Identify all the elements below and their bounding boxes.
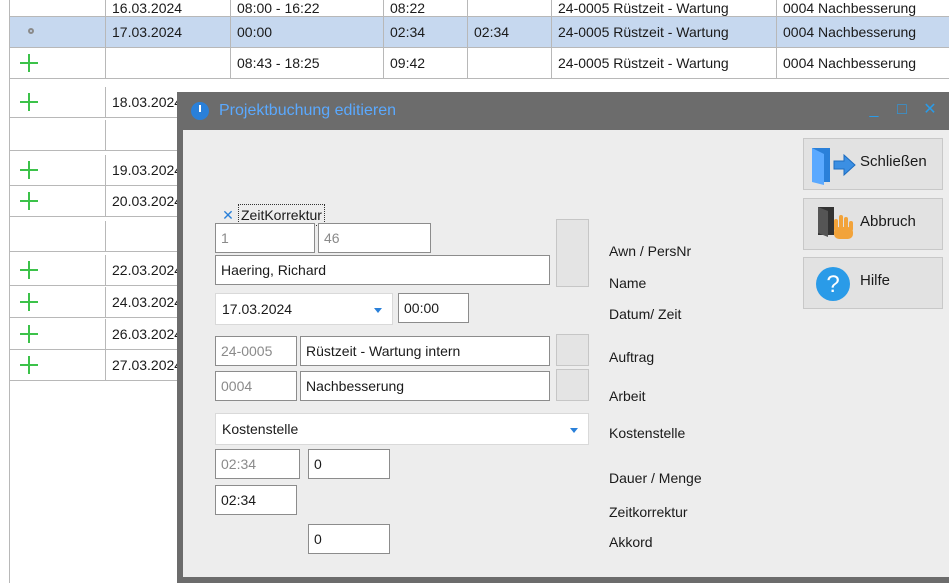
row-icon-cell	[10, 319, 105, 349]
auftrag-number-field[interactable]: 24-0005	[215, 336, 297, 366]
date-value: 17.03.2024	[222, 301, 293, 317]
date-cell: 16.03.2024	[105, 0, 230, 16]
row-icon-cell	[10, 87, 105, 117]
work-cell: 0004 Nachbesserung	[776, 17, 949, 47]
maximize-button[interactable]: □	[891, 99, 913, 121]
add-plus-icon[interactable]	[20, 93, 38, 111]
arbeit-lookup-button[interactable]	[556, 369, 589, 401]
row-icon-cell	[10, 287, 105, 317]
akkord-label: Akkord	[609, 534, 653, 550]
booking-cell: 24-0005 Rüstzeit - Wartung	[551, 48, 776, 78]
time-field[interactable]: 00:00	[398, 293, 469, 323]
auftrag-label: Auftrag	[609, 349, 655, 365]
correction-cell: 02:34	[467, 17, 551, 47]
edit-booking-dialog: Projektbuchung editieren _ □ ✕ ✕ ZeitKor…	[177, 92, 949, 583]
add-plus-icon[interactable]	[20, 325, 38, 343]
work-cell: 0004 Nachbesserung	[776, 48, 949, 78]
zeitkorrektur-checkbox[interactable]: ✕	[220, 207, 236, 223]
kostenstelle-label: Kostenstelle	[609, 425, 686, 441]
help-icon: ?	[816, 267, 850, 301]
persnr-field[interactable]: 46	[318, 223, 431, 253]
current-row-icon	[28, 28, 34, 34]
awn-persnr-label: Awn / PersNr	[609, 243, 692, 259]
zeitkorrektur-field[interactable]: 02:34	[215, 485, 297, 515]
date-cell: 17.03.2024	[105, 17, 230, 47]
time-cell: 08:00 - 16:22	[230, 0, 383, 16]
row-icon-cell	[10, 48, 105, 78]
cancel-button-label: Abbruch	[860, 213, 916, 230]
kostenstelle-dropdown[interactable]: Kostenstelle	[215, 413, 589, 445]
svg-text:?: ?	[826, 271, 839, 298]
duration-cell: 02:34	[383, 17, 467, 47]
name-field[interactable]: Haering, Richard	[215, 255, 550, 285]
auftrag-lookup-button[interactable]	[556, 334, 589, 366]
arbeit-number-field[interactable]: 0004	[215, 371, 297, 401]
row-icon-cell	[10, 255, 105, 285]
dialog-titlebar[interactable]: Projektbuchung editieren _ □ ✕	[177, 92, 949, 130]
awn-field[interactable]: 1	[215, 223, 315, 253]
duration-cell: 09:42	[383, 48, 467, 78]
dialog-title: Projektbuchung editieren	[219, 102, 397, 119]
row-icon-cell	[10, 350, 105, 380]
minimize-button[interactable]: _	[863, 99, 885, 121]
date-picker[interactable]: 17.03.2024	[215, 293, 393, 325]
table-row[interactable]: 16.03.2024 08:00 - 16:22 08:22 24-0005 R…	[10, 0, 949, 17]
date-cell	[105, 48, 230, 78]
help-button-label: Hilfe	[860, 272, 891, 289]
menge-field[interactable]: 0	[308, 449, 390, 479]
time-cell: 08:43 - 18:25	[230, 48, 383, 78]
close-button-label: Schließen	[860, 153, 927, 170]
help-button[interactable]: ? Hilfe	[803, 257, 943, 309]
stop-hand-icon	[818, 207, 853, 239]
name-label: Name	[609, 275, 647, 291]
work-cell: 0004 Nachbesserung	[776, 0, 949, 16]
action-sidebar: Schließen Abbruch ? Hilfe	[786, 130, 949, 577]
kostenstelle-value: Kostenstelle	[222, 421, 299, 437]
add-plus-icon[interactable]	[20, 54, 38, 72]
close-window-button[interactable]: ✕	[919, 99, 941, 121]
clock-icon	[191, 102, 209, 120]
arbeit-label: Arbeit	[609, 388, 646, 404]
close-button[interactable]: Schließen	[803, 138, 943, 190]
booking-cell: 24-0005 Rüstzeit - Wartung	[551, 0, 776, 16]
duration-cell: 08:22	[383, 0, 467, 16]
add-plus-icon[interactable]	[20, 356, 38, 374]
datum-zeit-label: Datum/ Zeit	[609, 306, 682, 322]
arbeit-text-field[interactable]: Nachbesserung	[300, 371, 550, 401]
dauer-menge-label: Dauer / Menge	[609, 470, 702, 486]
add-plus-icon[interactable]	[20, 192, 38, 210]
time-cell: 00:00	[230, 17, 383, 47]
correction-cell	[467, 48, 551, 78]
zeitkorrektur-label: Zeitkorrektur	[609, 504, 688, 520]
correction-cell	[467, 0, 551, 16]
person-lookup-button[interactable]	[556, 219, 589, 287]
akkord-field[interactable]: 0	[308, 524, 390, 554]
dauer-field[interactable]: 02:34	[215, 449, 300, 479]
row-icon-cell	[10, 0, 105, 16]
chevron-down-icon[interactable]	[374, 308, 382, 313]
table-row[interactable]: 08:43 - 18:25 09:42 24-0005 Rüstzeit - W…	[10, 48, 949, 79]
table-row-selected[interactable]: 17.03.2024 00:00 02:34 02:34 24-0005 Rüs…	[10, 17, 949, 48]
row-icon-cell	[10, 120, 105, 150]
row-icon-cell	[10, 17, 105, 47]
add-plus-icon[interactable]	[20, 261, 38, 279]
row-icon-cell	[10, 221, 105, 251]
auftrag-text-field[interactable]: Rüstzeit - Wartung intern	[300, 336, 550, 366]
dialog-content: ✕ ZeitKorrektur 1 46 Haering, Richard 17…	[183, 130, 949, 577]
row-icon-cell	[10, 186, 105, 216]
exit-door-icon	[812, 148, 856, 185]
add-plus-icon[interactable]	[20, 161, 38, 179]
cancel-button[interactable]: Abbruch	[803, 198, 943, 250]
booking-cell: 24-0005 Rüstzeit - Wartung	[551, 17, 776, 47]
row-icon-cell	[10, 155, 105, 185]
chevron-down-icon[interactable]	[570, 428, 578, 433]
add-plus-icon[interactable]	[20, 293, 38, 311]
